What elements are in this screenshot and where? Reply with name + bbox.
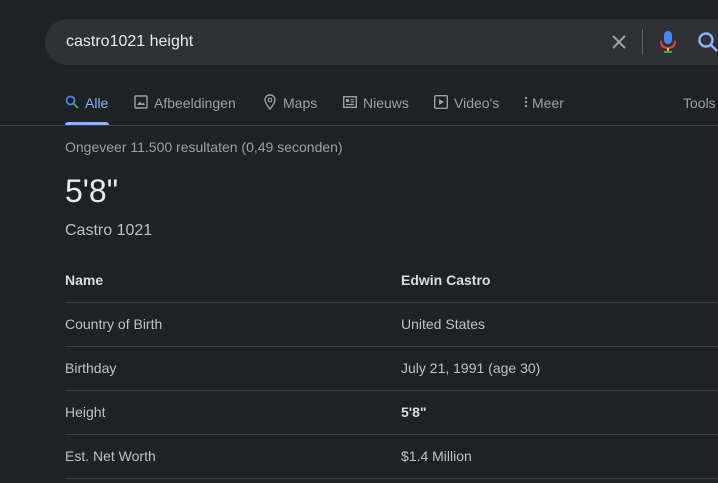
search-icon[interactable] bbox=[697, 31, 718, 53]
tab-all[interactable]: Alle bbox=[65, 84, 108, 122]
row-key: Country of Birth bbox=[65, 316, 163, 332]
tab-label: Tools bbox=[683, 95, 716, 111]
row-key: Birthday bbox=[65, 360, 117, 376]
row-key: Height bbox=[65, 404, 106, 420]
search-input[interactable] bbox=[66, 19, 586, 65]
table-row: Country of Birth United States bbox=[65, 303, 718, 347]
news-icon bbox=[342, 95, 358, 111]
image-icon bbox=[134, 94, 148, 112]
row-key: Est. Net Worth bbox=[65, 448, 156, 464]
tab-label: Afbeeldingen bbox=[154, 95, 236, 111]
table-row: Height 5'8" bbox=[65, 391, 718, 435]
tab-tools[interactable]: Tools bbox=[683, 84, 716, 122]
tab-news[interactable]: Nieuws bbox=[342, 84, 409, 122]
table-row: Name Edwin Castro bbox=[65, 259, 718, 303]
microphone-icon[interactable] bbox=[658, 30, 678, 54]
tab-label: Nieuws bbox=[363, 95, 409, 111]
row-value: $1.4 Million bbox=[401, 448, 472, 464]
answer-subject: Castro 1021 bbox=[65, 222, 153, 239]
row-value: United States bbox=[401, 316, 486, 332]
search-bar[interactable] bbox=[45, 19, 718, 65]
info-table: Name Edwin Castro Country of Birth Unite… bbox=[65, 259, 718, 479]
more-vert-icon bbox=[524, 95, 528, 112]
tab-label: Maps bbox=[283, 95, 318, 111]
table-row: Birthday July 21, 1991 (age 30) bbox=[65, 347, 718, 391]
row-value: 5'8" bbox=[401, 404, 427, 420]
tab-label: Video's bbox=[454, 95, 500, 111]
tab-maps[interactable]: Maps bbox=[263, 84, 317, 122]
search-icon bbox=[65, 95, 79, 112]
tab-images[interactable]: Afbeeldingen bbox=[134, 84, 236, 122]
tab-more[interactable]: Meer bbox=[524, 84, 564, 122]
row-value: Edwin Castro bbox=[401, 272, 491, 288]
table-row: Est. Net Worth $1.4 Million bbox=[65, 435, 718, 479]
tab-label: Meer bbox=[532, 95, 564, 111]
search-tabs: Alle Afbeeldingen Maps Nieuws Video's Me… bbox=[0, 84, 718, 125]
tab-videos[interactable]: Video's bbox=[433, 84, 500, 122]
map-pin-icon bbox=[263, 93, 277, 113]
tabs-divider bbox=[0, 125, 718, 126]
clear-icon[interactable] bbox=[609, 32, 629, 52]
row-key: Name bbox=[65, 272, 104, 288]
video-icon bbox=[433, 94, 449, 112]
search-divider bbox=[642, 29, 643, 55]
result-stats: Ongeveer 11.500 resultaten (0,49 seconde… bbox=[65, 139, 343, 155]
featured-answer: 5'8" bbox=[65, 173, 119, 209]
row-value: July 21, 1991 (age 30) bbox=[401, 360, 541, 376]
tab-label: Alle bbox=[85, 95, 109, 111]
